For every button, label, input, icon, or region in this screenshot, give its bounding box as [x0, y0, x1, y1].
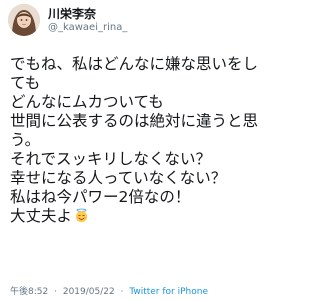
- smiling-face-with-halo-icon: [75, 208, 88, 223]
- meta-separator: ·: [54, 287, 57, 297]
- tweet-line: それでスッキリしなくない？: [10, 150, 212, 168]
- tweet-line: 世間に公表するのは絶対に違うと思: [10, 112, 259, 130]
- tweet-meta: 午後8:52 · 2019/05/22 · Twitter for iPhone: [10, 284, 208, 297]
- avatar-image: [8, 4, 40, 36]
- tweet-line-last: 大丈夫よ: [10, 207, 272, 226]
- tweet-line: う。: [10, 131, 41, 149]
- tweet-header: 川栄李奈 @_kawaei_rina_: [8, 4, 127, 36]
- tweet-line: ても: [10, 74, 41, 92]
- display-name[interactable]: 川栄李奈: [48, 8, 127, 20]
- user-handle[interactable]: @_kawaei_rina_: [48, 23, 127, 33]
- tweet-card: 川栄李奈 @_kawaei_rina_ でもね、私はどんなに嫌な思いをし ても …: [0, 0, 277, 300]
- user-names: 川栄李奈 @_kawaei_rina_: [48, 7, 127, 33]
- tweet-line-text: 大丈夫よ: [10, 207, 73, 225]
- tweet-line: 私はね今パワー2倍なの！: [10, 188, 191, 206]
- meta-separator: ·: [120, 287, 124, 297]
- tweet-text: でもね、私はどんなに嫌な思いをし ても どんなにムカついても 世間に公表するのは…: [10, 55, 272, 226]
- tweet-date[interactable]: 2019/05/22: [63, 287, 115, 297]
- tweet-line: 幸せになる人っていなくない？: [10, 169, 227, 187]
- tweet-source-link[interactable]: Twitter for iPhone: [129, 287, 208, 297]
- tweet-time[interactable]: 午後8:52: [10, 287, 48, 297]
- tweet-line: でもね、私はどんなに嫌な思いをし: [10, 55, 259, 73]
- avatar[interactable]: [8, 4, 40, 36]
- tweet-line: どんなにムカついても: [10, 93, 164, 111]
